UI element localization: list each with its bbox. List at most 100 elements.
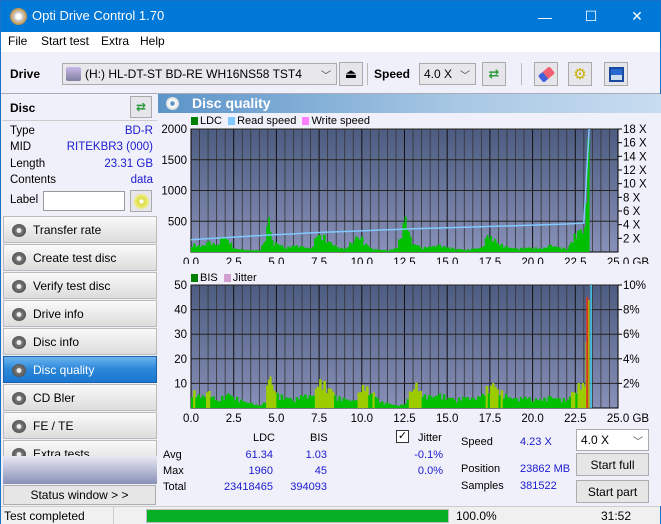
disc-refresh-button[interactable]: ⇄ <box>130 96 152 118</box>
nav-disc-info[interactable]: Disc info <box>3 328 157 355</box>
maximize-button[interactable]: ☐ <box>568 1 614 32</box>
save-button[interactable] <box>604 62 628 86</box>
eject-button[interactable]: ⏏ <box>339 62 363 86</box>
bis-chart: 10 20 30 40 50 2% 4% 6% 8% 10% 0.0 2.5 5.0 7.5 10.0 12.… <box>174 280 649 422</box>
y2-tick-label: 4% <box>623 354 640 366</box>
x-tick-label: 15.0 <box>436 257 458 264</box>
x-tick-label: 12.5 <box>393 257 415 264</box>
disc-label-input[interactable] <box>43 191 125 211</box>
disc-tool-icon <box>12 308 26 321</box>
stats-ldc-value: 23418465 <box>224 481 273 493</box>
menu-extra[interactable]: Extra <box>101 34 129 48</box>
disc-contents-label: Contents <box>10 174 57 186</box>
window-title: Opti Drive Control 1.70 <box>32 8 165 23</box>
menu-start-test[interactable]: Start test <box>41 34 89 48</box>
status-divider <box>113 507 114 524</box>
nav-spacer <box>3 456 157 484</box>
nav-label: Disc info <box>33 335 80 349</box>
stats-jitter-value: -0.1% <box>414 449 443 461</box>
ldc-bar <box>360 236 364 252</box>
refresh-icon: ⇄ <box>488 66 500 81</box>
nav-label: Create test disc <box>33 251 117 265</box>
drive-label: Drive <box>10 67 41 81</box>
x-tick-label: 20.0 <box>521 257 543 264</box>
nav-create-test-disc[interactable]: Create test disc <box>3 244 157 271</box>
disc-length-row: Length 23.31 GB <box>10 158 153 174</box>
y-tick-label: 20 <box>174 354 187 366</box>
nav-drive-info[interactable]: Drive info <box>3 300 157 327</box>
drive-select[interactable]: (H:) HL-DT-ST BD-RE WH16NS58 TST4 ﹀ <box>62 63 337 85</box>
refresh-button[interactable]: ⇄ <box>482 62 506 86</box>
nav-label: Disc quality <box>33 363 95 377</box>
settings-button[interactable]: ⚙ <box>568 62 592 86</box>
start-full-button[interactable]: Start full <box>576 453 649 476</box>
disc-header-title: Disc <box>10 101 36 115</box>
x-tick-label: 20.0 <box>521 413 543 422</box>
nav-verify-test-disc[interactable]: Verify test disc <box>3 272 157 299</box>
x-tick-label: 10.0 <box>351 413 373 422</box>
x-tick-label: 15.0 <box>436 413 458 422</box>
ldc-bar <box>496 243 499 252</box>
disc-tool-icon <box>12 364 26 377</box>
y2-tick-label: 10 X <box>623 179 647 191</box>
test-speed-select[interactable]: 4.0 X ﹀ <box>576 429 649 451</box>
refresh-icon: ⇄ <box>135 100 147 114</box>
y2-tick-label: 6 X <box>623 206 641 218</box>
app-window: Opti Drive Control 1.70 — ☐ ✕ File Start… <box>0 0 661 524</box>
stats-row-label: Total <box>163 481 187 493</box>
samples-label: Samples <box>461 480 504 492</box>
ldc-bar <box>493 239 497 252</box>
x-tick-label: 22.5 <box>564 413 586 422</box>
minimize-button[interactable]: — <box>522 1 568 32</box>
nav-cd-bler[interactable]: CD Bler <box>3 384 157 411</box>
menu-file[interactable]: File <box>8 34 27 48</box>
nav-transfer-rate[interactable]: Transfer rate <box>3 216 157 243</box>
stats-row-label: Max <box>163 465 184 477</box>
start-part-button[interactable]: Start part <box>576 480 649 503</box>
x-tick-label: 25.0 GB <box>607 257 650 264</box>
disc-length-label: Length <box>10 158 46 170</box>
erase-button[interactable] <box>534 62 558 86</box>
close-button[interactable]: ✕ <box>614 1 660 32</box>
ldc-chart: 5001000150020002 X4 X6 X8 X10 X12 X14 X1… <box>161 124 650 264</box>
x-tick-label: 7.5 <box>311 257 327 264</box>
ldc-bar <box>323 234 326 252</box>
x-tick-label: 2.5 <box>226 257 242 264</box>
disc-contents-value: data <box>130 174 153 186</box>
panel-title: Disc quality <box>192 95 271 111</box>
x-tick-label: 17.5 <box>479 413 501 422</box>
disc-mid-row: MID RITEKBR3 (000) <box>10 141 153 157</box>
speed-select[interactable]: 4.0 X ﹀ <box>419 63 476 85</box>
test-speed-select-value: 4.0 X <box>581 433 610 447</box>
disc-mid-label: MID <box>10 141 32 153</box>
progress-fill <box>147 510 448 522</box>
toolbar: Drive (H:) HL-DT-ST BD-RE WH16NS58 TST4 … <box>1 52 660 94</box>
sidebar: Disc ⇄ Type BD-R MID RITEKBR3 (000) Leng… <box>2 94 157 506</box>
disc-label-button[interactable] <box>130 190 152 212</box>
ldc-bar <box>358 239 362 252</box>
y-tick-label: 2000 <box>161 124 187 136</box>
nav-disc-quality[interactable]: Disc quality <box>3 356 157 383</box>
x-tick-label: 5.0 <box>268 413 284 422</box>
nav-label: FE / TE <box>33 419 74 433</box>
stats-bis-value: 45 <box>314 465 327 477</box>
nav-label: Verify test disc <box>33 279 111 293</box>
drive-icon <box>66 67 81 81</box>
y-tick-label: 1000 <box>161 186 187 198</box>
elapsed-time: 31:52 <box>601 509 632 523</box>
position-label: Position <box>461 463 501 475</box>
nav-fe-te[interactable]: FE / TE <box>3 412 157 439</box>
disc-type-label: Type <box>10 125 35 137</box>
jitter-checkbox[interactable]: ✓ <box>396 430 409 443</box>
stats-bis-value: 1.03 <box>305 449 327 461</box>
drive-select-value: (H:) HL-DT-ST BD-RE WH16NS58 TST4 <box>85 67 302 81</box>
x-tick-label: 22.5 <box>564 257 586 264</box>
menu-help[interactable]: Help <box>140 34 165 48</box>
status-window-button[interactable]: Status window > > <box>3 485 156 505</box>
stats-bis-value: 394093 <box>290 481 327 493</box>
nav-label: Transfer rate <box>33 223 102 237</box>
ldc-bar <box>221 238 225 252</box>
disc-tool-icon <box>12 336 26 349</box>
x-tick-label: 0.0 <box>183 413 199 422</box>
y-tick-label: 10 <box>174 378 187 390</box>
